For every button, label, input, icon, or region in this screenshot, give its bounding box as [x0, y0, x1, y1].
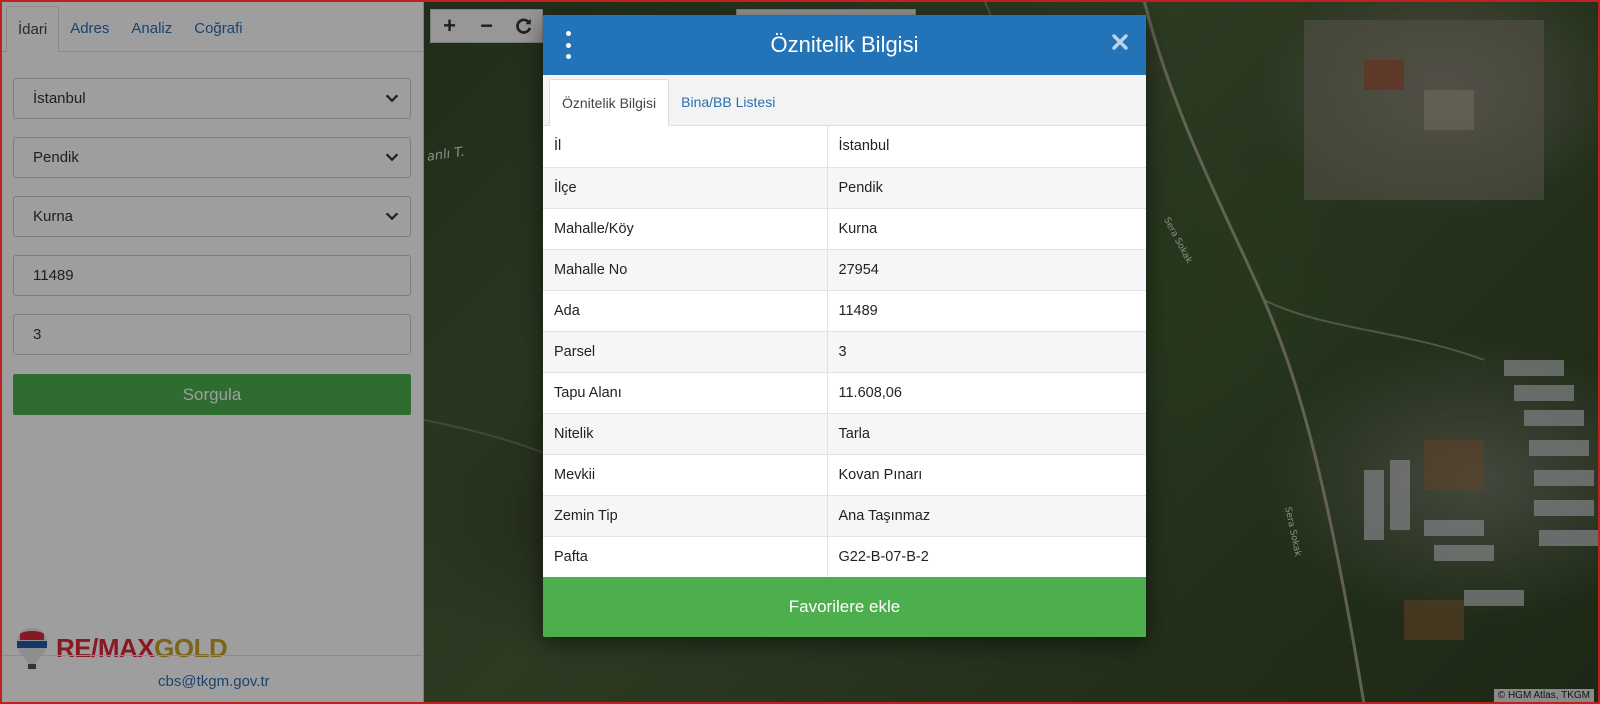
attribute-value: 27954: [827, 249, 1146, 291]
close-icon[interactable]: [1110, 32, 1130, 52]
table-row: Mahalle/Köy Kurna: [543, 208, 1146, 250]
attribute-value: İstanbul: [827, 126, 1146, 168]
table-row: Mahalle No 27954: [543, 249, 1146, 291]
more-options-icon[interactable]: [563, 31, 573, 59]
table-row: İl İstanbul: [543, 126, 1146, 168]
attribute-value: Ana Taşınmaz: [827, 495, 1146, 537]
attribute-value: Tarla: [827, 413, 1146, 455]
attribute-value: Kurna: [827, 208, 1146, 250]
attribute-key: Ada: [543, 290, 828, 332]
attribute-key: Parsel: [543, 331, 828, 373]
attribute-value: 11.608,06: [827, 372, 1146, 414]
attribute-value: Kovan Pınarı: [827, 454, 1146, 496]
add-to-favorites-button[interactable]: Favorilere ekle: [543, 577, 1146, 637]
table-row: Tapu Alanı 11.608,06: [543, 372, 1146, 414]
table-row: İlçe Pendik: [543, 167, 1146, 209]
attribute-dialog: Öznitelik Bilgisi Öznitelik Bilgisi Bina…: [543, 15, 1146, 637]
dialog-title: Öznitelik Bilgisi: [770, 32, 919, 57]
attribute-table: İl İstanbul İlçe Pendik Mahalle/Köy Kurna M…: [543, 126, 1146, 578]
attribute-key: Mevkii: [543, 454, 828, 496]
attribute-key: Pafta: [543, 536, 828, 578]
attribute-value: 3: [827, 331, 1146, 373]
attribute-key: Mahalle No: [543, 249, 828, 291]
attribute-key: İlçe: [543, 167, 828, 209]
tab-attribute-info[interactable]: Öznitelik Bilgisi: [549, 79, 670, 126]
attribute-key: Mahalle/Köy: [543, 208, 828, 250]
attribute-key: Nitelik: [543, 413, 828, 455]
table-row: Ada 11489: [543, 290, 1146, 332]
dialog-header: Öznitelik Bilgisi: [543, 15, 1146, 75]
dialog-tabs: Öznitelik Bilgisi Bina/BB Listesi: [543, 75, 1146, 126]
table-row: Zemin Tip Ana Taşınmaz: [543, 495, 1146, 537]
attribute-key: İl: [543, 126, 828, 168]
tab-building-list[interactable]: Bina/BB Listesi: [669, 78, 787, 125]
attribute-value: Pendik: [827, 167, 1146, 209]
attribute-value: G22-B-07-B-2: [827, 536, 1146, 578]
attribute-key: Tapu Alanı: [543, 372, 828, 414]
table-row: Mevkii Kovan Pınarı: [543, 454, 1146, 496]
table-row: Pafta G22-B-07-B-2: [543, 536, 1146, 578]
attribute-key: Zemin Tip: [543, 495, 828, 537]
table-row: Nitelik Tarla: [543, 413, 1146, 455]
table-row: Parsel 3: [543, 331, 1146, 373]
attribute-value: 11489: [827, 290, 1146, 332]
